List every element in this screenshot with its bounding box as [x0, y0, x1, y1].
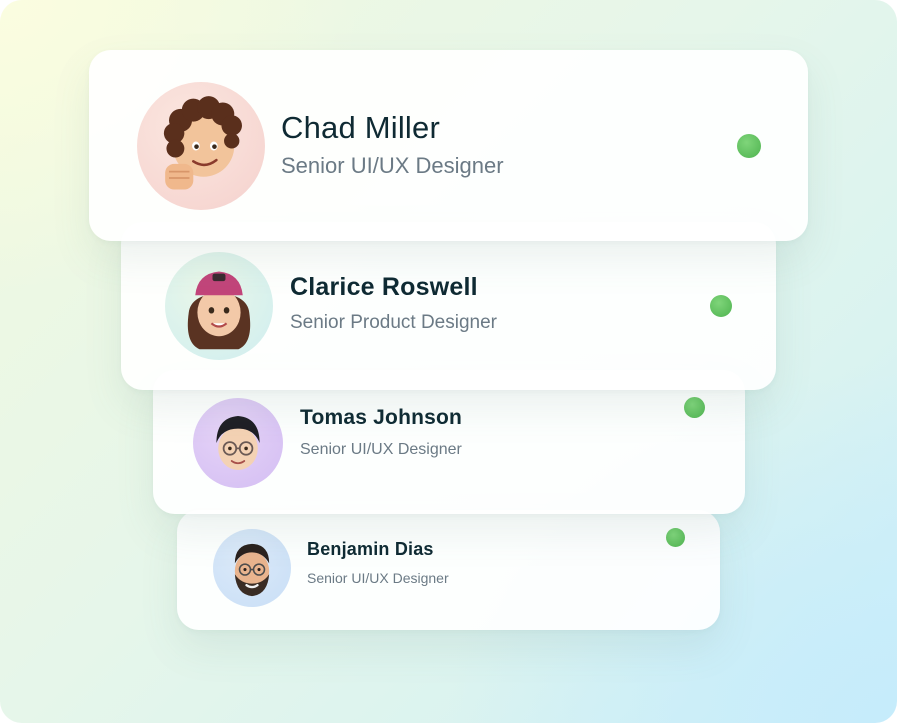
member-name: Chad Miller	[281, 110, 440, 145]
member-name: Tomas Johnson	[300, 406, 463, 429]
member-role: Senior Product Designer	[290, 312, 497, 333]
team-members-panel: Chad Miller Senior UI/UX Designer Claric…	[0, 0, 897, 723]
avatar	[137, 82, 265, 210]
avatar	[193, 398, 283, 488]
member-role: Senior UI/UX Designer	[307, 570, 449, 586]
online-status-icon	[684, 397, 705, 418]
member-card-benjamin-dias[interactable]: Benjamin Dias Senior UI/UX Designer	[177, 510, 720, 630]
online-status-icon	[737, 134, 761, 158]
member-role: Senior UI/UX Designer	[300, 441, 462, 458]
member-card-clarice-roswell[interactable]: Clarice Roswell Senior Product Designer	[121, 222, 776, 390]
member-name: Clarice Roswell	[290, 273, 478, 301]
online-status-icon	[710, 295, 732, 317]
avatar	[165, 252, 273, 360]
member-role: Senior UI/UX Designer	[281, 153, 504, 178]
online-status-icon	[666, 528, 685, 547]
memoji-curly-hair-fist-avatar-icon	[163, 96, 242, 190]
member-name: Benjamin Dias	[307, 539, 434, 559]
member-card-chad-miller[interactable]: Chad Miller Senior UI/UX Designer	[89, 50, 808, 241]
memoji-pink-cap-avatar-icon	[187, 271, 251, 350]
memoji-beard-glasses-avatar-icon	[234, 543, 270, 597]
memoji-glasses-avatar-icon	[216, 416, 260, 470]
member-card-tomas-johnson[interactable]: Tomas Johnson Senior UI/UX Designer	[153, 370, 745, 514]
avatar	[213, 529, 291, 607]
